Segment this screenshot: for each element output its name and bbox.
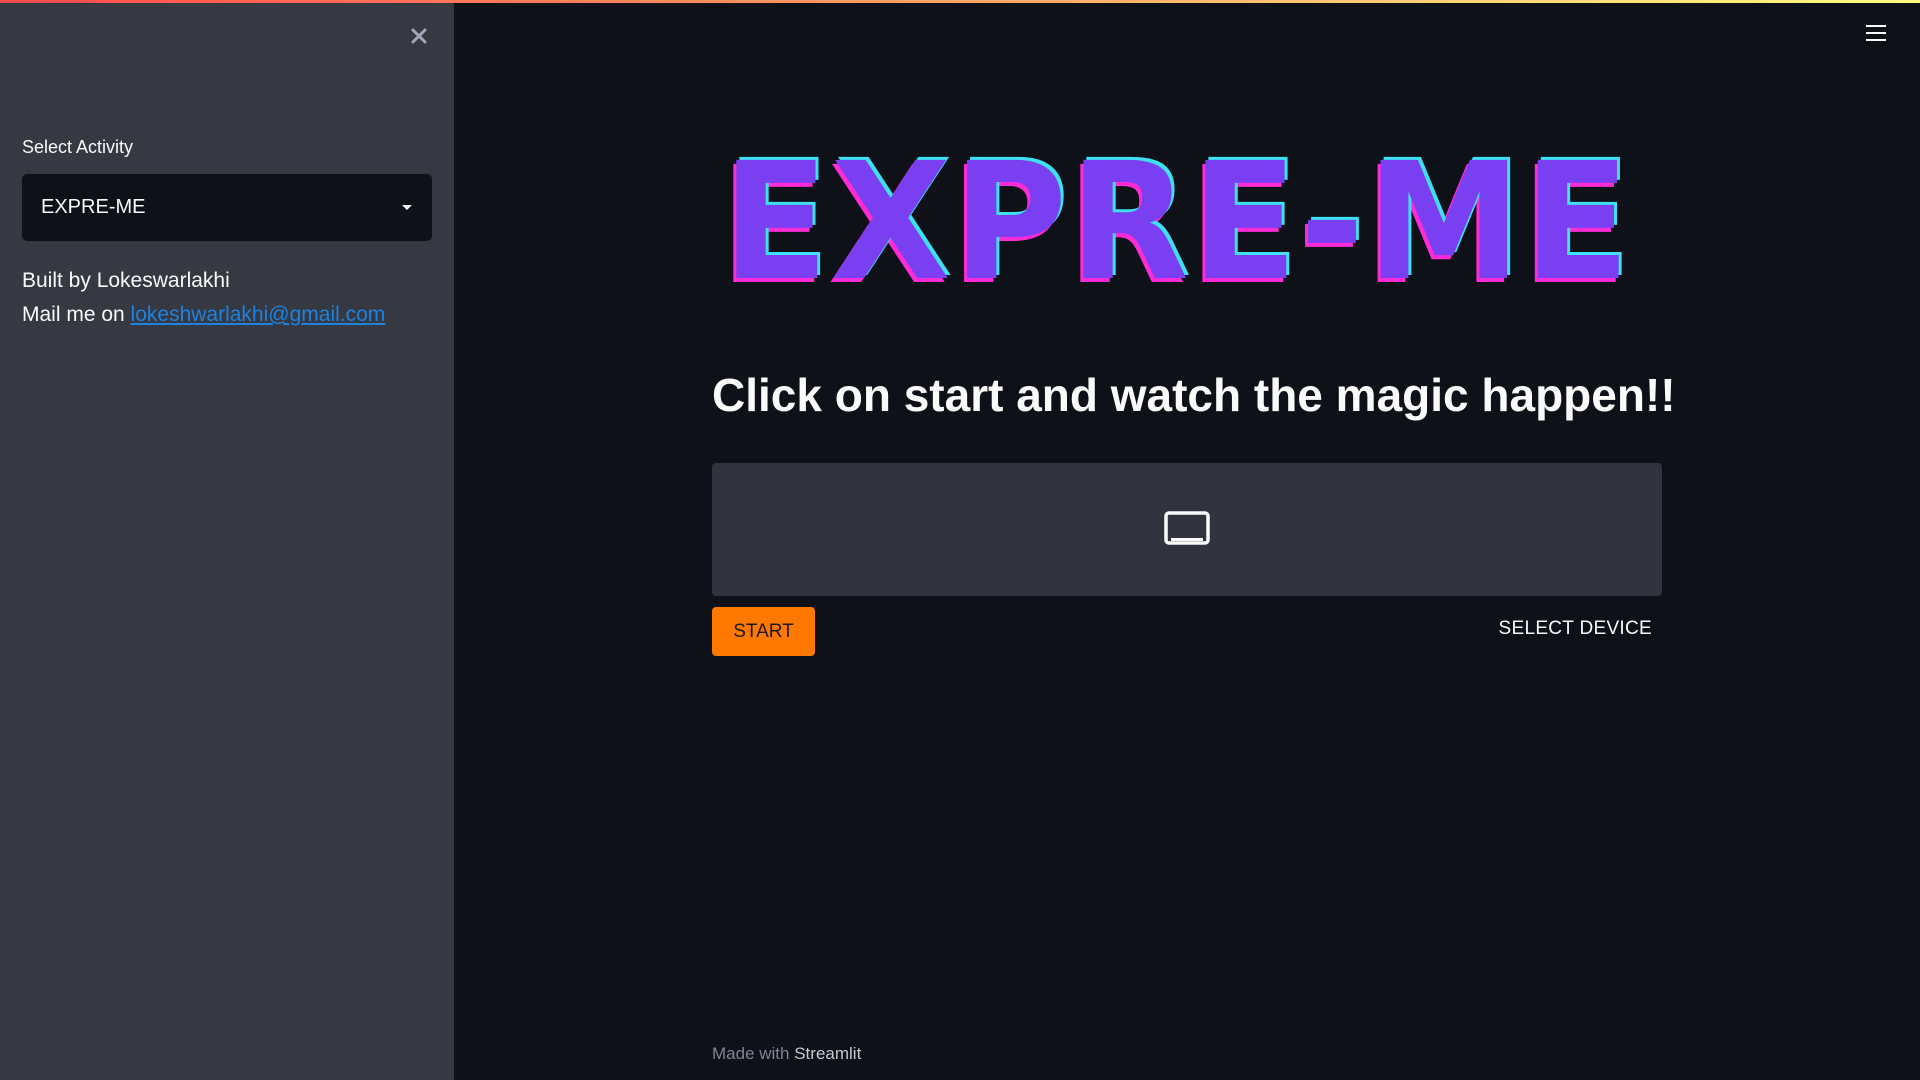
hamburger-menu-icon-bar — [1866, 32, 1886, 34]
made-with-text: Made with — [712, 1044, 790, 1063]
footer: Made with Streamlit — [712, 1044, 861, 1064]
close-icon — [411, 28, 427, 44]
activity-select-value: EXPRE-ME — [41, 196, 146, 218]
activity-select[interactable]: EXPRE-ME — [22, 174, 432, 241]
logo-text: EXPRE-ME — [722, 148, 1632, 288]
built-by-text: Built by Lokeswarlakhi — [22, 269, 230, 292]
app-logo: EXPRE-ME EXPRE-ME EXPRE-ME — [719, 126, 1642, 321]
mail-line: Mail me on lokeshwarlakhi@gmail.com — [22, 298, 385, 332]
close-sidebar-button[interactable] — [401, 18, 437, 54]
select-activity-label: Select Activity — [22, 137, 134, 157]
app-logo-graphic: EXPRE-ME EXPRE-ME EXPRE-ME — [719, 126, 1633, 321]
email-link[interactable]: lokeshwarlakhi@gmail.com — [131, 303, 386, 326]
hamburger-menu-icon-bar — [1866, 39, 1886, 41]
video-placeholder-icon — [1164, 510, 1210, 545]
credits: Built by Lokeswarlakhi Mail me on lokesh… — [22, 264, 385, 332]
video-preview — [712, 463, 1662, 596]
start-button[interactable]: START — [712, 607, 815, 656]
chevron-down-icon — [402, 205, 412, 210]
streamlit-link[interactable]: Streamlit — [794, 1044, 861, 1063]
top-decoration-bar — [0, 0, 1920, 3]
hamburger-menu-icon — [1866, 25, 1886, 27]
page-headline: Click on start and watch the magic happe… — [712, 369, 1676, 421]
sidebar: Select Activity EXPRE-ME Built by Lokesw… — [0, 0, 454, 1080]
mail-prefix-text: Mail me on — [22, 303, 131, 326]
main-menu-button[interactable] — [1858, 18, 1894, 48]
select-device-button[interactable]: SELECT DEVICE — [1499, 618, 1653, 640]
